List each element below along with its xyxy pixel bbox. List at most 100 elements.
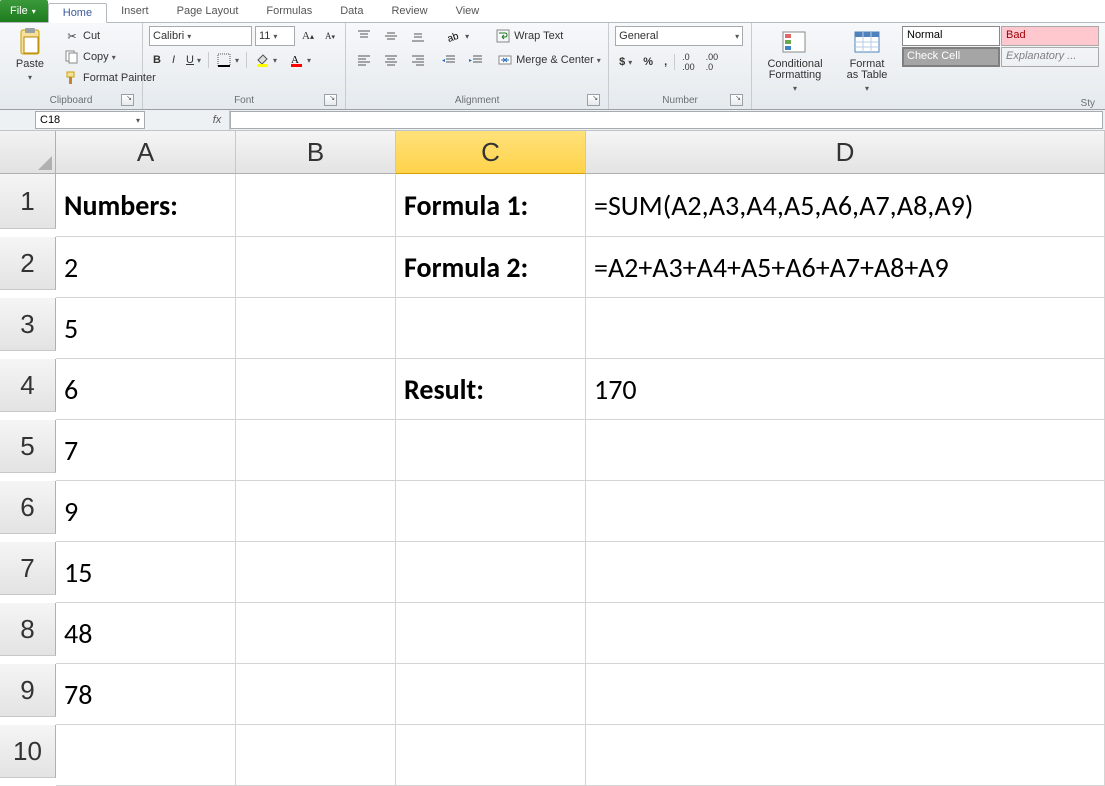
cell-A5[interactable]: 7 (56, 420, 236, 481)
tab-view[interactable]: View (442, 2, 494, 22)
align-top-button[interactable] (352, 26, 376, 46)
cell-D3[interactable] (586, 298, 1105, 359)
row-header[interactable]: 10 (0, 725, 56, 778)
align-center-button[interactable] (379, 50, 403, 70)
cell-A6[interactable]: 9 (56, 481, 236, 542)
cell-B7[interactable] (236, 542, 396, 603)
cell-B3[interactable] (236, 298, 396, 359)
style-bad[interactable]: Bad (1001, 26, 1099, 46)
wrap-text-button[interactable]: Wrap Text (491, 26, 567, 46)
style-normal[interactable]: Normal (902, 26, 1000, 46)
bold-button[interactable]: B (149, 52, 165, 68)
grow-font-button[interactable]: A▴ (298, 28, 318, 44)
cell-D10[interactable] (586, 725, 1105, 786)
align-middle-button[interactable] (379, 26, 403, 46)
style-explanatory[interactable]: Explanatory ... (1001, 47, 1099, 67)
cell-A1[interactable]: Numbers: (56, 174, 236, 237)
row-header[interactable]: 2 (0, 237, 56, 290)
dialog-launcher[interactable]: ↘ (121, 94, 134, 106)
cell-A9[interactable]: 78 (56, 664, 236, 725)
cell-D4[interactable]: 170 (586, 359, 1105, 420)
conditional-formatting-button[interactable]: Conditional Formatting ▾ (758, 26, 832, 97)
row-header[interactable]: 1 (0, 174, 56, 229)
italic-button[interactable]: I (168, 52, 179, 68)
align-bottom-button[interactable] (406, 26, 430, 46)
tab-home[interactable]: Home (48, 3, 107, 23)
merge-center-button[interactable]: Merge & Center ▾ (493, 50, 605, 70)
comma-format-button[interactable]: , (660, 54, 671, 70)
cell-B5[interactable] (236, 420, 396, 481)
cell-B1[interactable] (236, 174, 396, 237)
dialog-launcher[interactable]: ↘ (324, 94, 337, 106)
orientation-button[interactable]: ab▾ (442, 26, 473, 46)
cell-A3[interactable]: 5 (56, 298, 236, 359)
cell-C5[interactable] (396, 420, 586, 481)
cell-C2[interactable]: Formula 2: (396, 237, 586, 298)
decrease-decimal-button[interactable]: .00.0 (702, 50, 723, 74)
row-header[interactable]: 3 (0, 298, 56, 351)
shrink-font-button[interactable]: A▾ (321, 29, 339, 43)
name-box[interactable]: C18 ▾ (35, 111, 145, 129)
cell-A10[interactable] (56, 725, 236, 786)
tab-data[interactable]: Data (326, 2, 377, 22)
cell-C7[interactable] (396, 542, 586, 603)
row-header[interactable]: 6 (0, 481, 56, 534)
tab-insert[interactable]: Insert (107, 2, 163, 22)
row-header[interactable]: 4 (0, 359, 56, 412)
align-right-button[interactable] (406, 50, 430, 70)
number-format-dropdown[interactable]: General ▾ (615, 26, 743, 46)
cell-B9[interactable] (236, 664, 396, 725)
cell-styles-gallery[interactable]: Normal Bad Check Cell Explanatory ... (902, 26, 1099, 67)
cell-B4[interactable] (236, 359, 396, 420)
cell-C6[interactable] (396, 481, 586, 542)
tab-formulas[interactable]: Formulas (252, 2, 326, 22)
cell-B2[interactable] (236, 237, 396, 298)
increase-decimal-button[interactable]: .0.00 (678, 50, 699, 74)
paste-button[interactable]: Paste ▾ (6, 26, 54, 86)
font-color-button[interactable]: A ▾ (284, 50, 315, 70)
borders-button[interactable]: ▾ (212, 50, 243, 70)
font-name-dropdown[interactable]: Calibri ▾ (149, 26, 252, 46)
cell-D6[interactable] (586, 481, 1105, 542)
column-header[interactable]: B (236, 131, 396, 174)
formula-input[interactable] (230, 111, 1103, 129)
cell-C8[interactable] (396, 603, 586, 664)
row-header[interactable]: 5 (0, 420, 56, 473)
percent-format-button[interactable]: % (639, 54, 657, 70)
style-check-cell[interactable]: Check Cell (902, 47, 1000, 67)
cell-C9[interactable] (396, 664, 586, 725)
cell-D1[interactable]: =SUM(A2,A3,A4,A5,A6,A7,A8,A9) (586, 174, 1105, 237)
cell-C10[interactable] (396, 725, 586, 786)
cell-A8[interactable]: 48 (56, 603, 236, 664)
column-header[interactable]: A (56, 131, 236, 174)
fx-button[interactable]: fx (205, 110, 230, 130)
cell-B10[interactable] (236, 725, 396, 786)
align-left-button[interactable] (352, 50, 376, 70)
cell-A2[interactable]: 2 (56, 237, 236, 298)
underline-button[interactable]: U▾ (182, 52, 205, 68)
select-all-corner[interactable] (0, 131, 56, 174)
cell-A7[interactable]: 15 (56, 542, 236, 603)
tab-review[interactable]: Review (377, 2, 441, 22)
cell-D8[interactable] (586, 603, 1105, 664)
row-header[interactable]: 8 (0, 603, 56, 656)
spreadsheet-grid[interactable]: ABCD 1Numbers: Formula 1:=SUM(A2,A3,A4,A5,… (0, 131, 1105, 786)
file-tab[interactable]: File ▾ (0, 0, 48, 22)
row-header[interactable]: 7 (0, 542, 56, 595)
accounting-format-button[interactable]: $ ▾ (615, 54, 636, 70)
dialog-launcher[interactable]: ↘ (587, 94, 600, 106)
cell-B6[interactable] (236, 481, 396, 542)
cell-D7[interactable] (586, 542, 1105, 603)
dialog-launcher[interactable]: ↘ (730, 94, 743, 106)
cell-D5[interactable] (586, 420, 1105, 481)
cell-D2[interactable]: =A2+A3+A4+A5+A6+A7+A8+A9 (586, 237, 1105, 298)
increase-indent-button[interactable] (463, 50, 487, 70)
cell-C4[interactable]: Result: (396, 359, 586, 420)
column-header[interactable]: D (586, 131, 1105, 174)
tab-page-layout[interactable]: Page Layout (163, 2, 253, 22)
font-size-dropdown[interactable]: 11 ▾ (255, 26, 295, 46)
column-header[interactable]: C (396, 131, 586, 174)
cell-B8[interactable] (236, 603, 396, 664)
fill-color-button[interactable]: ▾ (250, 50, 281, 70)
cell-C1[interactable]: Formula 1: (396, 174, 586, 237)
